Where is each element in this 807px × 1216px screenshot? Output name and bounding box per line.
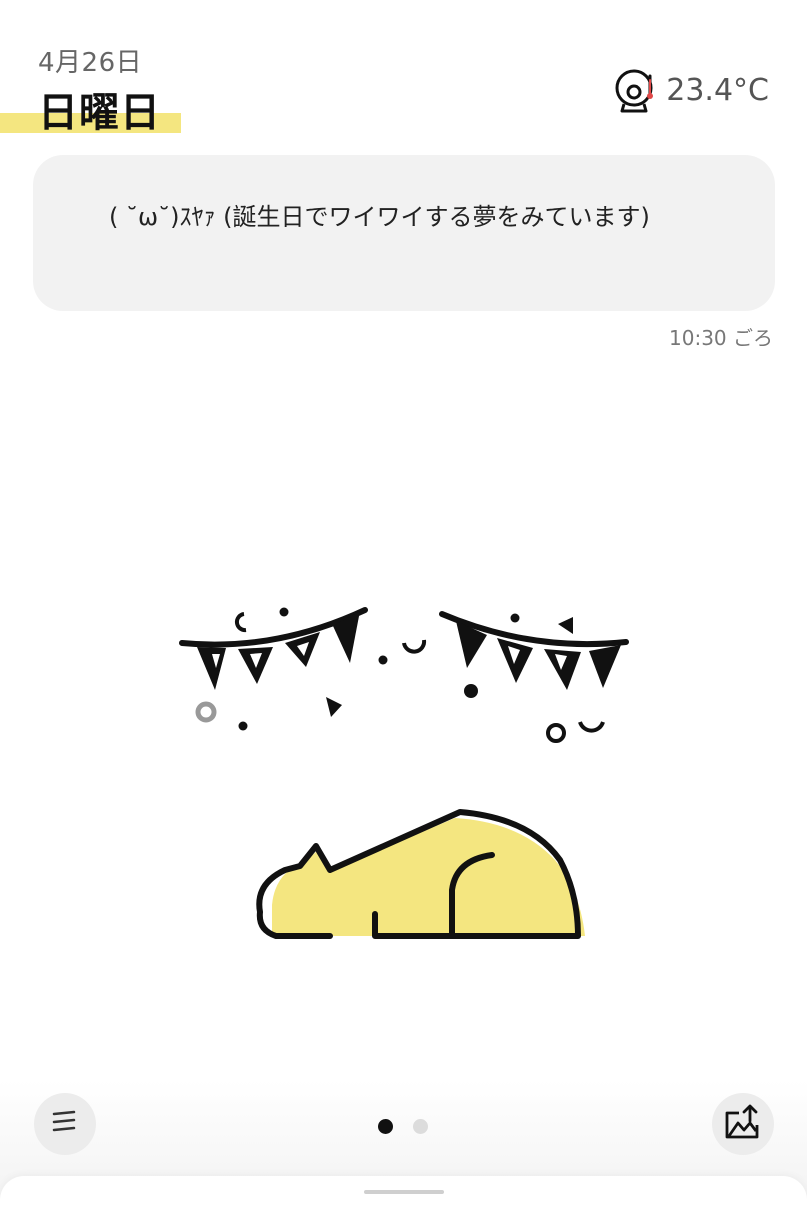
- page-indicator: [378, 1119, 428, 1134]
- sleeping-cat: [256, 809, 585, 939]
- message-bubble: ( ˘ω˘)ｽﾔｧ (誕生日でワイワイする夢をみています): [33, 155, 775, 311]
- share-button[interactable]: [712, 1093, 774, 1155]
- bottom-sheet[interactable]: [0, 1176, 807, 1216]
- message-time: 10:30 ごろ: [669, 326, 773, 350]
- message-text: ( ˘ω˘)ｽﾔｧ (誕生日でワイワイする夢をみています): [109, 203, 650, 231]
- bunting-right: [439, 611, 629, 690]
- date-label: 4月26日: [38, 48, 143, 78]
- menu-button[interactable]: [34, 1093, 96, 1155]
- sheet-handle[interactable]: [364, 1190, 444, 1194]
- page-dot-2[interactable]: [413, 1119, 428, 1134]
- confetti: [195, 607, 605, 743]
- thermometer-gauge-icon: [612, 66, 660, 114]
- bunting-left: [179, 607, 368, 690]
- share-image-icon: [723, 1103, 763, 1145]
- weekday-title: 日曜日: [38, 90, 161, 136]
- menu-lines-icon: [50, 1109, 80, 1139]
- page-dot-1[interactable]: [378, 1119, 393, 1134]
- weather-info: 23.4°C: [612, 66, 769, 114]
- temperature-value: 23.4°C: [666, 72, 769, 108]
